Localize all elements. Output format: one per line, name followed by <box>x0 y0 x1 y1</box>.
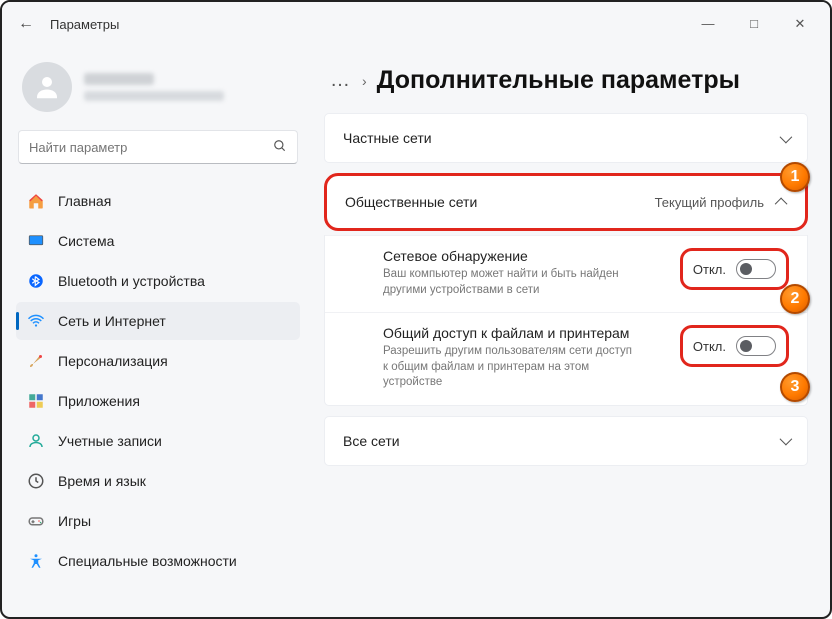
section-private-networks[interactable]: Частные сети <box>324 113 808 163</box>
sidebar-item-label: Время и язык <box>58 473 146 489</box>
brush-icon <box>26 352 46 370</box>
settings-window: ← Параметры — □ ✕ <box>0 0 832 619</box>
sidebar-item-system[interactable]: Система <box>16 222 300 260</box>
breadcrumb: … › Дополнительные параметры <box>330 66 808 95</box>
profile-info <box>84 73 224 101</box>
accounts-icon <box>26 432 46 450</box>
chevron-down-icon <box>780 131 789 146</box>
close-button[interactable]: ✕ <box>788 16 812 32</box>
sidebar-item-label: Персонализация <box>58 353 168 369</box>
sidebar-item-label: Bluetooth и устройства <box>58 273 205 289</box>
row-file-printer-sharing: Общий доступ к файлам и принтерам Разреш… <box>325 312 807 405</box>
profile-name-blurred <box>84 73 154 85</box>
sidebar-item-label: Игры <box>58 513 91 529</box>
home-icon <box>26 192 46 210</box>
sidebar-item-label: Главная <box>58 193 111 209</box>
section-title: Все сети <box>343 433 400 449</box>
toggle-state-label: Откл. <box>693 262 726 277</box>
section-all-networks[interactable]: Все сети <box>324 416 808 466</box>
person-icon <box>32 72 62 102</box>
minimize-button[interactable]: — <box>696 16 720 32</box>
page-title: Дополнительные параметры <box>377 66 740 95</box>
section-public-body: Сетевое обнаружение Ваш компьютер может … <box>324 235 808 406</box>
apps-icon <box>26 392 46 410</box>
main-content: … › Дополнительные параметры Частные сет… <box>314 46 830 617</box>
sidebar-item-accounts[interactable]: Учетные записи <box>16 422 300 460</box>
titlebar: ← Параметры — □ ✕ <box>2 2 830 46</box>
row-title: Общий доступ к файлам и принтерам <box>383 325 633 341</box>
annotation-marker-3: 3 <box>780 372 810 402</box>
chevron-right-icon: › <box>362 73 367 89</box>
clock-icon <box>26 472 46 490</box>
sidebar-item-network[interactable]: Сеть и Интернет <box>16 302 300 340</box>
avatar <box>22 62 72 112</box>
chevron-down-icon <box>780 433 789 448</box>
window-title: Параметры <box>50 17 119 32</box>
sidebar: Главная Система Bluetooth и устройства С… <box>2 46 314 617</box>
toggle-file-printer-sharing[interactable] <box>736 336 776 356</box>
row-network-discovery: Сетевое обнаружение Ваш компьютер может … <box>325 235 807 312</box>
section-title: Частные сети <box>343 130 432 146</box>
search-icon <box>273 139 287 156</box>
search-box[interactable] <box>18 130 298 164</box>
annotation-marker-1: 1 <box>780 162 810 192</box>
sidebar-item-label: Сеть и Интернет <box>58 313 166 329</box>
current-profile-badge: Текущий профиль <box>655 195 764 210</box>
sidebar-item-time-language[interactable]: Время и язык <box>16 462 300 500</box>
accessibility-icon <box>26 552 46 570</box>
annotation-marker-2: 2 <box>780 284 810 314</box>
window-controls: — □ ✕ <box>696 16 822 32</box>
profile-block[interactable] <box>16 54 300 126</box>
toggle-state-label: Откл. <box>693 339 726 354</box>
toggle-network-discovery[interactable] <box>736 259 776 279</box>
sidebar-item-label: Учетные записи <box>58 433 162 449</box>
breadcrumb-overflow-button[interactable]: … <box>330 69 352 92</box>
wifi-icon <box>26 312 46 330</box>
section-public-header[interactable]: Общественные сети Текущий профиль <box>327 176 805 228</box>
gamepad-icon <box>26 512 46 530</box>
sidebar-item-accessibility[interactable]: Специальные возможности <box>16 542 300 580</box>
sidebar-item-label: Специальные возможности <box>58 553 237 569</box>
chevron-up-icon <box>778 195 787 210</box>
sidebar-item-apps[interactable]: Приложения <box>16 382 300 420</box>
nav-list: Главная Система Bluetooth и устройства С… <box>16 182 300 580</box>
row-title: Сетевое обнаружение <box>383 248 633 264</box>
section-public-networks: Общественные сети Текущий профиль <box>324 173 808 231</box>
toggle-file-printer-sharing-wrap: Откл. <box>680 325 789 367</box>
row-description: Ваш компьютер может найти и быть найден … <box>383 267 633 298</box>
profile-email-blurred <box>84 91 224 101</box>
bluetooth-icon <box>26 272 46 290</box>
search-input[interactable] <box>29 140 273 155</box>
back-button[interactable]: ← <box>10 15 42 33</box>
sidebar-item-bluetooth[interactable]: Bluetooth и устройства <box>16 262 300 300</box>
section-title: Общественные сети <box>345 194 477 210</box>
sidebar-item-home[interactable]: Главная <box>16 182 300 220</box>
row-description: Разрешить другим пользователям сети дост… <box>383 344 633 391</box>
system-icon <box>26 232 46 250</box>
sidebar-item-label: Система <box>58 233 114 249</box>
sidebar-item-gaming[interactable]: Игры <box>16 502 300 540</box>
sidebar-item-personalization[interactable]: Персонализация <box>16 342 300 380</box>
toggle-network-discovery-wrap: Откл. <box>680 248 789 290</box>
maximize-button[interactable]: □ <box>742 16 766 32</box>
sidebar-item-label: Приложения <box>58 393 140 409</box>
